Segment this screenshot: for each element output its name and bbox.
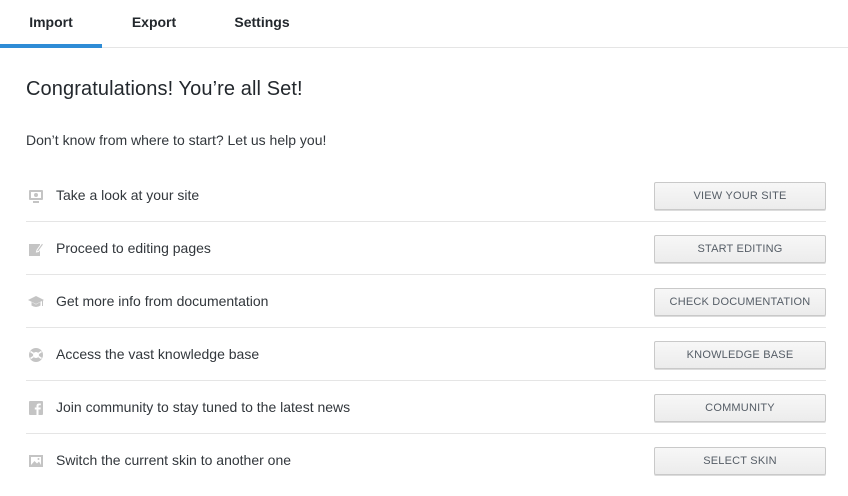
lifebuoy-icon — [28, 347, 44, 363]
check-documentation-button[interactable]: CHECK DOCUMENTATION — [654, 288, 826, 316]
image-icon — [28, 453, 44, 469]
facebook-icon — [28, 400, 44, 416]
row-label: Get more info from documentation — [56, 293, 269, 309]
page-title: Congratulations! You’re all Set! — [26, 78, 303, 100]
page-subtitle: Don’t know from where to start? Let us h… — [26, 132, 327, 148]
edit-icon — [28, 241, 44, 257]
row-label: Take a look at your site — [56, 187, 200, 203]
start-editing-button[interactable]: START EDITING — [654, 235, 826, 263]
view-site-button[interactable]: VIEW YOUR SITE — [654, 182, 826, 210]
row-label: Join community to stay tuned to the late… — [56, 399, 351, 415]
tab-export[interactable]: Export — [113, 0, 195, 47]
select-skin-button[interactable]: SELECT SKIN — [654, 447, 826, 475]
community-button[interactable]: COMMUNITY — [654, 394, 826, 422]
row-label: Proceed to editing pages — [56, 240, 211, 256]
list-item-select-skin: Switch the current skin to another one S… — [26, 434, 826, 487]
monitor-icon — [28, 188, 44, 204]
graduation-cap-icon — [28, 294, 44, 310]
tab-import[interactable]: Import — [0, 0, 102, 48]
list-item-view-site: Take a look at your site VIEW YOUR SITE — [26, 169, 826, 222]
list-item-start-editing: Proceed to editing pages START EDITING — [26, 222, 826, 275]
knowledge-base-button[interactable]: KNOWLEDGE BASE — [654, 341, 826, 369]
list-item-knowledge-base: Access the vast knowledge base KNOWLEDGE… — [26, 328, 826, 381]
tab-bar: Import Export Settings — [0, 0, 848, 48]
action-list: Take a look at your site VIEW YOUR SITE … — [26, 169, 826, 487]
list-item-community: Join community to stay tuned to the late… — [26, 381, 826, 434]
list-item-documentation: Get more info from documentation CHECK D… — [26, 275, 826, 328]
tab-settings[interactable]: Settings — [214, 0, 310, 47]
row-label: Access the vast knowledge base — [56, 346, 260, 362]
row-label: Switch the current skin to another one — [56, 452, 292, 468]
